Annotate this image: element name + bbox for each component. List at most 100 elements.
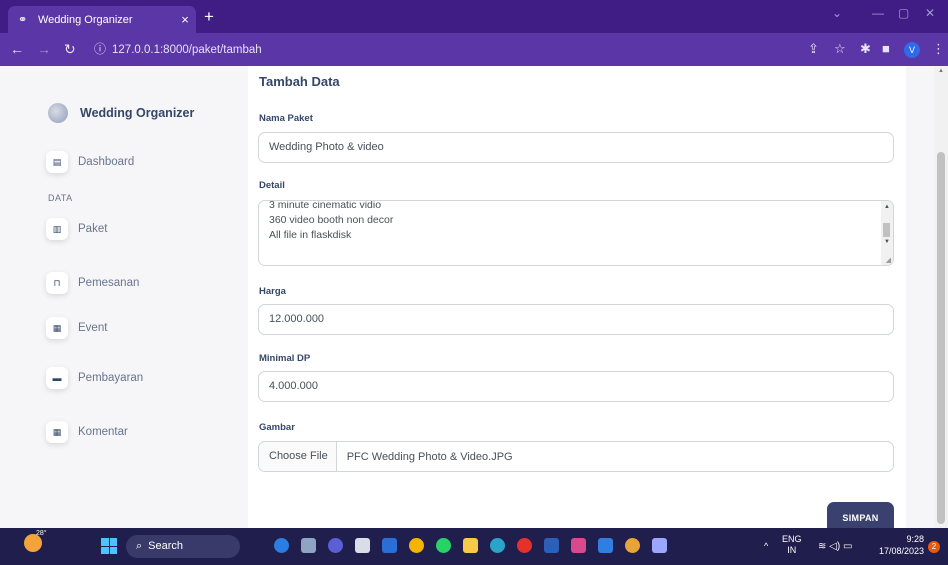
app-icon[interactable] <box>382 538 397 553</box>
temperature: 28° <box>36 530 47 537</box>
detail-line: All file in flaskdisk <box>269 229 352 241</box>
gambar-file-input[interactable]: Choose File PFC Wedding Photo & Video.JP… <box>258 441 894 472</box>
minimal-dp-label: Minimal DP <box>259 353 311 364</box>
scroll-down-icon[interactable]: ▼ <box>884 239 890 245</box>
taskbar-search[interactable]: ⌕ Search <box>126 535 240 558</box>
clock[interactable]: 9:28 17/08/2023 <box>876 533 924 557</box>
chrome-icon[interactable] <box>409 538 424 553</box>
vscode-icon[interactable] <box>598 538 613 553</box>
calendar-icon: ▦ <box>46 421 68 443</box>
calendar-icon: ▦ <box>46 317 68 339</box>
close-tab-icon[interactable]: × <box>174 12 196 27</box>
gambar-label: Gambar <box>259 422 295 433</box>
scrollbar-thumb[interactable] <box>937 152 945 524</box>
form-card: Tambah Data Nama Paket Wedding Photo & v… <box>248 66 906 528</box>
selected-filename: PFC Wedding Photo & Video.JPG <box>346 450 513 463</box>
minimize-icon[interactable]: — <box>872 6 884 20</box>
menu-icon[interactable]: ⋮ <box>932 41 945 57</box>
clock-time: 9:28 <box>906 534 924 544</box>
app-icon[interactable] <box>652 538 667 553</box>
chrome-profile-icon[interactable] <box>625 538 640 553</box>
detail-line: 360 video booth non decor <box>269 214 394 226</box>
nama-paket-label: Nama Paket <box>259 113 313 124</box>
notification-badge[interactable]: 2 <box>928 541 940 553</box>
app-icon[interactable] <box>274 538 289 553</box>
money-icon: ▬ <box>46 367 68 389</box>
search-label: Search <box>148 540 184 552</box>
tab-search-icon[interactable]: ⌄ <box>832 6 842 20</box>
sidebar: Wedding Organizer ▤ Dashboard DATA ▥ Pak… <box>30 66 230 528</box>
calculator-icon[interactable] <box>355 538 370 553</box>
search-icon: ⌕ <box>136 540 143 552</box>
url-field[interactable]: ⓘ 127.0.0.1:8000/paket/tambah <box>94 39 884 60</box>
sidebar-item-pembayaran[interactable]: ▬ Pembayaran <box>46 367 143 389</box>
language-region: IN <box>787 545 797 555</box>
file-explorer-icon[interactable] <box>463 538 478 553</box>
shop-icon: ▤ <box>46 151 68 173</box>
harga-input[interactable]: 12.000.000 <box>258 304 894 335</box>
close-window-icon[interactable]: ✕ <box>925 6 935 20</box>
sidebar-item-label: Pembayaran <box>78 372 144 384</box>
task-view-icon[interactable] <box>301 538 316 553</box>
sidebar-item-event[interactable]: ▦ Event <box>46 317 107 339</box>
page-content: Wedding Organizer ▤ Dashboard DATA ▥ Pak… <box>0 66 948 528</box>
share-icon[interactable]: ⇪ <box>808 41 819 57</box>
cart-icon: ⊓ <box>46 272 68 294</box>
scroll-up-icon[interactable]: ▲ <box>938 68 944 74</box>
sidebar-item-paket[interactable]: ▥ Paket <box>46 218 107 240</box>
weather-icon[interactable]: 28° <box>24 530 47 552</box>
scrollbar-thumb[interactable] <box>883 223 890 237</box>
sidebar-item-pemesanan[interactable]: ⊓ Pemesanan <box>46 272 139 294</box>
scroll-up-icon[interactable]: ▲ <box>884 204 890 210</box>
brand[interactable]: Wedding Organizer <box>48 103 194 123</box>
new-tab-icon[interactable]: + <box>204 8 214 25</box>
browser-tab[interactable]: ⚭ Wedding Organizer × <box>8 6 196 33</box>
simpan-button[interactable]: SIMPAN <box>827 502 894 528</box>
word-icon[interactable] <box>544 538 559 553</box>
sidebar-item-komentar[interactable]: ▦ Komentar <box>46 421 128 443</box>
wifi-volume-battery-icon[interactable]: ≋ ◁) ▭ <box>818 541 852 552</box>
language-code: ENG <box>782 534 802 544</box>
sidebar-item-label: Dashboard <box>78 156 135 168</box>
detail-textarea[interactable]: 3 minute cinematic vidio 360 video booth… <box>258 200 894 266</box>
clock-date: 17/08/2023 <box>878 546 924 556</box>
detail-line: 3 minute cinematic vidio <box>269 200 382 211</box>
taskbar: 28° ⌕ Search ^ ENG IN ≋ ◁) ▭ 9:28 17/08/2… <box>0 528 948 565</box>
chevron-up-icon[interactable]: ^ <box>764 541 768 551</box>
choose-file-button[interactable]: Choose File <box>259 442 337 471</box>
forward-icon[interactable]: → <box>37 41 51 57</box>
reload-icon[interactable]: ↻ <box>64 41 76 57</box>
harga-label: Harga <box>259 286 286 297</box>
whatsapp-icon[interactable] <box>436 538 451 553</box>
bookmark-star-icon[interactable]: ☆ <box>834 41 846 57</box>
sidebar-item-dashboard[interactable]: ▤ Dashboard <box>46 151 134 173</box>
brand-logo-icon <box>48 103 68 123</box>
language-indicator[interactable]: ENG IN <box>782 534 802 556</box>
detail-text: 3 minute cinematic vidio 360 video booth… <box>269 200 394 243</box>
sidebar-item-label: Paket <box>78 223 108 235</box>
tab-title: Wedding Organizer <box>38 13 133 26</box>
chart-icon: ▥ <box>46 218 68 240</box>
info-icon[interactable]: ⓘ <box>94 39 106 60</box>
sidebar-item-label: Pemesanan <box>78 277 140 289</box>
sidebar-section-label: DATA <box>48 193 73 203</box>
app-icon[interactable] <box>490 538 505 553</box>
wedding-rings-icon: ⚭ <box>18 14 28 26</box>
url-text: 127.0.0.1:8000/paket/tambah <box>112 44 262 56</box>
chat-icon[interactable] <box>328 538 343 553</box>
profile-avatar[interactable]: V <box>904 42 920 58</box>
sidebar-item-label: Event <box>78 322 108 334</box>
maximize-icon[interactable]: ▢ <box>898 6 909 20</box>
page-scrollbar[interactable]: ▲ <box>934 66 948 528</box>
browser-tab-strip: ⚭ Wedding Organizer × + ⌄ — ▢ ✕ <box>0 0 948 33</box>
side-panel-icon[interactable]: ■ <box>882 41 890 57</box>
detail-label: Detail <box>259 180 285 191</box>
back-icon[interactable]: ← <box>10 41 24 57</box>
windows-start-icon[interactable] <box>101 538 117 554</box>
nama-paket-input[interactable]: Wedding Photo & video <box>258 132 894 163</box>
minimal-dp-input[interactable]: 4.000.000 <box>258 371 894 402</box>
resize-handle-icon[interactable]: ◢ <box>886 256 891 264</box>
app-icon[interactable] <box>571 538 586 553</box>
opera-icon[interactable] <box>517 538 532 553</box>
extensions-icon[interactable]: ✱ <box>860 41 871 57</box>
